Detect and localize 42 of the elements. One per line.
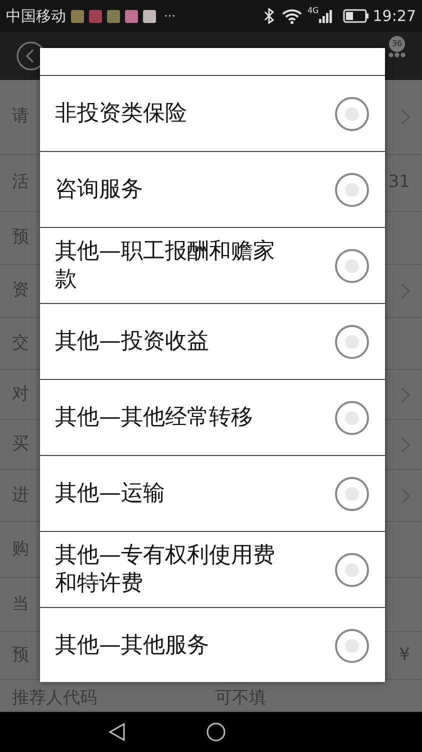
option-label: 咨询服务: [55, 176, 144, 204]
option-label: 其他—专有权利使用费和特许费: [55, 542, 276, 598]
radio-button[interactable]: [335, 324, 369, 358]
option-label: 其他—其他经常转移: [55, 404, 254, 432]
option-item[interactable]: 非投资类保险: [40, 75, 385, 151]
notification-icon: [107, 10, 120, 22]
notification-icon: [143, 10, 156, 22]
option-label: 其他—其他服务: [55, 632, 210, 660]
radio-button[interactable]: [335, 628, 369, 662]
option-label: 其他—职工报酬和赡家款: [55, 238, 276, 294]
field-value: ¥: [399, 644, 410, 667]
option-label: 非投资类保险: [55, 100, 188, 128]
wifi-icon: [282, 8, 302, 24]
option-item[interactable]: 其他—其他经常转移: [40, 379, 385, 455]
signal-icon: [318, 9, 333, 23]
notification-icon: [71, 10, 84, 22]
radio-button[interactable]: [335, 248, 369, 282]
radio-button[interactable]: [335, 172, 369, 206]
notification-icon: [125, 10, 138, 22]
option-item[interactable]: 其他—投资收益: [40, 303, 385, 379]
radio-button[interactable]: [335, 400, 369, 434]
radio-button[interactable]: [335, 552, 369, 586]
option-label: 其他—运输: [55, 480, 166, 508]
battery-icon: [342, 9, 369, 23]
option-item[interactable]: 其他—运输: [40, 455, 385, 531]
more-icon[interactable]: [388, 52, 406, 58]
home-icon[interactable]: [206, 722, 226, 742]
option-item[interactable]: 其他—职工报酬和赡家款: [40, 227, 385, 303]
option-item[interactable]: 咨询服务: [40, 151, 385, 227]
option-item[interactable]: 其他—专有权利使用费和特许费: [40, 531, 385, 607]
notification-icon: [89, 10, 102, 22]
back-icon[interactable]: [108, 722, 126, 742]
carrier-name: 中国移动: [6, 6, 66, 27]
radio-button[interactable]: [335, 96, 369, 130]
clock: 19:27: [372, 6, 416, 27]
more-notifications: ···: [164, 8, 176, 25]
bluetooth-icon: [264, 8, 274, 24]
notification-badge: 36: [389, 36, 405, 52]
radio-button[interactable]: [335, 476, 369, 510]
network-type: 4G: [307, 5, 319, 17]
option-item[interactable]: 其他—其他服务: [40, 607, 385, 683]
option-label: 其他—投资收益: [55, 328, 210, 356]
